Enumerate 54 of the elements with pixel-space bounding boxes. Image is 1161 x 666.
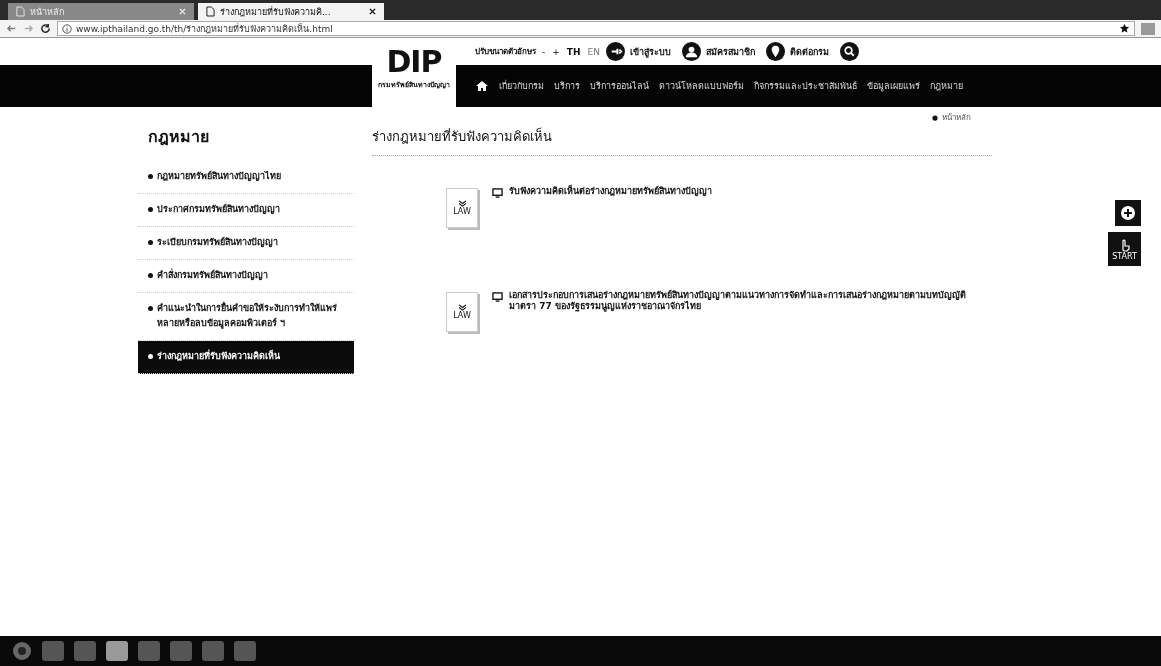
bullet-icon <box>148 174 153 179</box>
sidebar-item[interactable]: กฎหมายทรัพย์สินทางปัญญาไทย <box>138 161 354 194</box>
chevron-icon <box>457 200 467 207</box>
plus-icon[interactable] <box>1115 200 1141 226</box>
start-button[interactable]: START <box>1108 232 1141 266</box>
sidebar-title: กฎหมาย <box>147 126 210 148</box>
header-link[interactable]: สมัครสมาชิก <box>705 44 755 59</box>
bullet-icon <box>148 354 153 359</box>
bullet-icon <box>148 240 153 245</box>
key-icon[interactable] <box>605 42 625 61</box>
page-title: ร่างกฎหมายที่รับฟังความคิดเห็น <box>372 124 992 156</box>
sidebar-item[interactable]: ร่างกฎหมายที่รับฟังความคิดเห็น <box>138 341 354 374</box>
bullet-icon <box>148 273 153 278</box>
close-icon[interactable] <box>369 8 376 15</box>
law-badge: LAW <box>446 188 478 228</box>
start-orb-icon[interactable] <box>12 641 32 661</box>
language-button[interactable]: EN <box>586 46 601 57</box>
nav-link[interactable]: เกี่ยวกับกรม <box>499 79 544 93</box>
nav-link[interactable]: กฎหมาย <box>930 79 963 93</box>
nav-link[interactable]: กิจกรรมและประชาสัมพันธ์ <box>754 79 857 93</box>
header-link[interactable]: ติดต่อกรม <box>789 44 829 59</box>
bullet-icon <box>148 207 153 212</box>
sidebar-item[interactable]: ประกาศกรมทรัพย์สินทางปัญญา <box>138 194 354 227</box>
pin-icon[interactable] <box>765 42 785 61</box>
nav-link[interactable]: ข้อมูลเผยแพร่ <box>867 79 920 93</box>
browser-tab[interactable]: ร่างกฎหมายที่รับฟังความคิ... <box>198 3 384 20</box>
monitor-icon <box>492 188 503 198</box>
increase-font-button[interactable]: + <box>551 46 561 57</box>
reload-icon[interactable] <box>40 23 51 34</box>
bullet-icon <box>148 306 153 311</box>
decrease-font-button[interactable]: - <box>541 46 547 57</box>
document-link[interactable]: รับฟังความคิดเห็นต่อร่างกฎหมายทรัพย์สินทางปัญญา <box>509 186 969 197</box>
star-icon[interactable] <box>1119 23 1130 34</box>
search-icon[interactable] <box>839 42 859 61</box>
page-icon <box>206 6 215 17</box>
monitor-icon <box>492 292 503 302</box>
forward-icon[interactable] <box>23 23 34 34</box>
back-icon[interactable] <box>6 23 17 34</box>
law-badge: LAW <box>446 292 478 332</box>
person-icon[interactable] <box>681 42 701 61</box>
info-icon <box>62 23 72 34</box>
header-link[interactable]: เข้าสู่ระบบ <box>629 44 671 59</box>
address-field[interactable]: www.ipthailand.go.th/th/ร่างกฎหมายที่รับฟังความคิดเห็น.html <box>57 21 1135 36</box>
sidebar-item[interactable]: ระเบียบกรมทรัพย์สินทางปัญญา <box>138 227 354 260</box>
breadcrumb-link[interactable]: หน้าหลัก <box>942 111 971 124</box>
language-button[interactable]: TH <box>565 46 582 57</box>
font-size-label: ปรับขนาดตัวอักษร <box>475 46 536 58</box>
document-link[interactable]: เอกสารประกอบการเสนอร่างกฎหมายทรัพย์สินทางปัญญาตามแนวทางการจัดทำและการเสนอร่างกฎหมายตามบทบัญญัติมาตรา 77 ของรัฐธรรมนูญแห่งราชอาณาจักรไทย <box>509 290 969 312</box>
nav-link[interactable]: ดาวน์โหลดแบบฟอร์ม <box>659 79 744 93</box>
nav-link[interactable]: บริการออนไลน์ <box>590 79 649 93</box>
sidebar-item[interactable]: คำสั่งกรมทรัพย์สินทางปัญญา <box>138 260 354 293</box>
chevron-icon <box>457 304 467 311</box>
page-icon <box>16 6 25 17</box>
nav-link[interactable]: บริการ <box>554 79 580 93</box>
